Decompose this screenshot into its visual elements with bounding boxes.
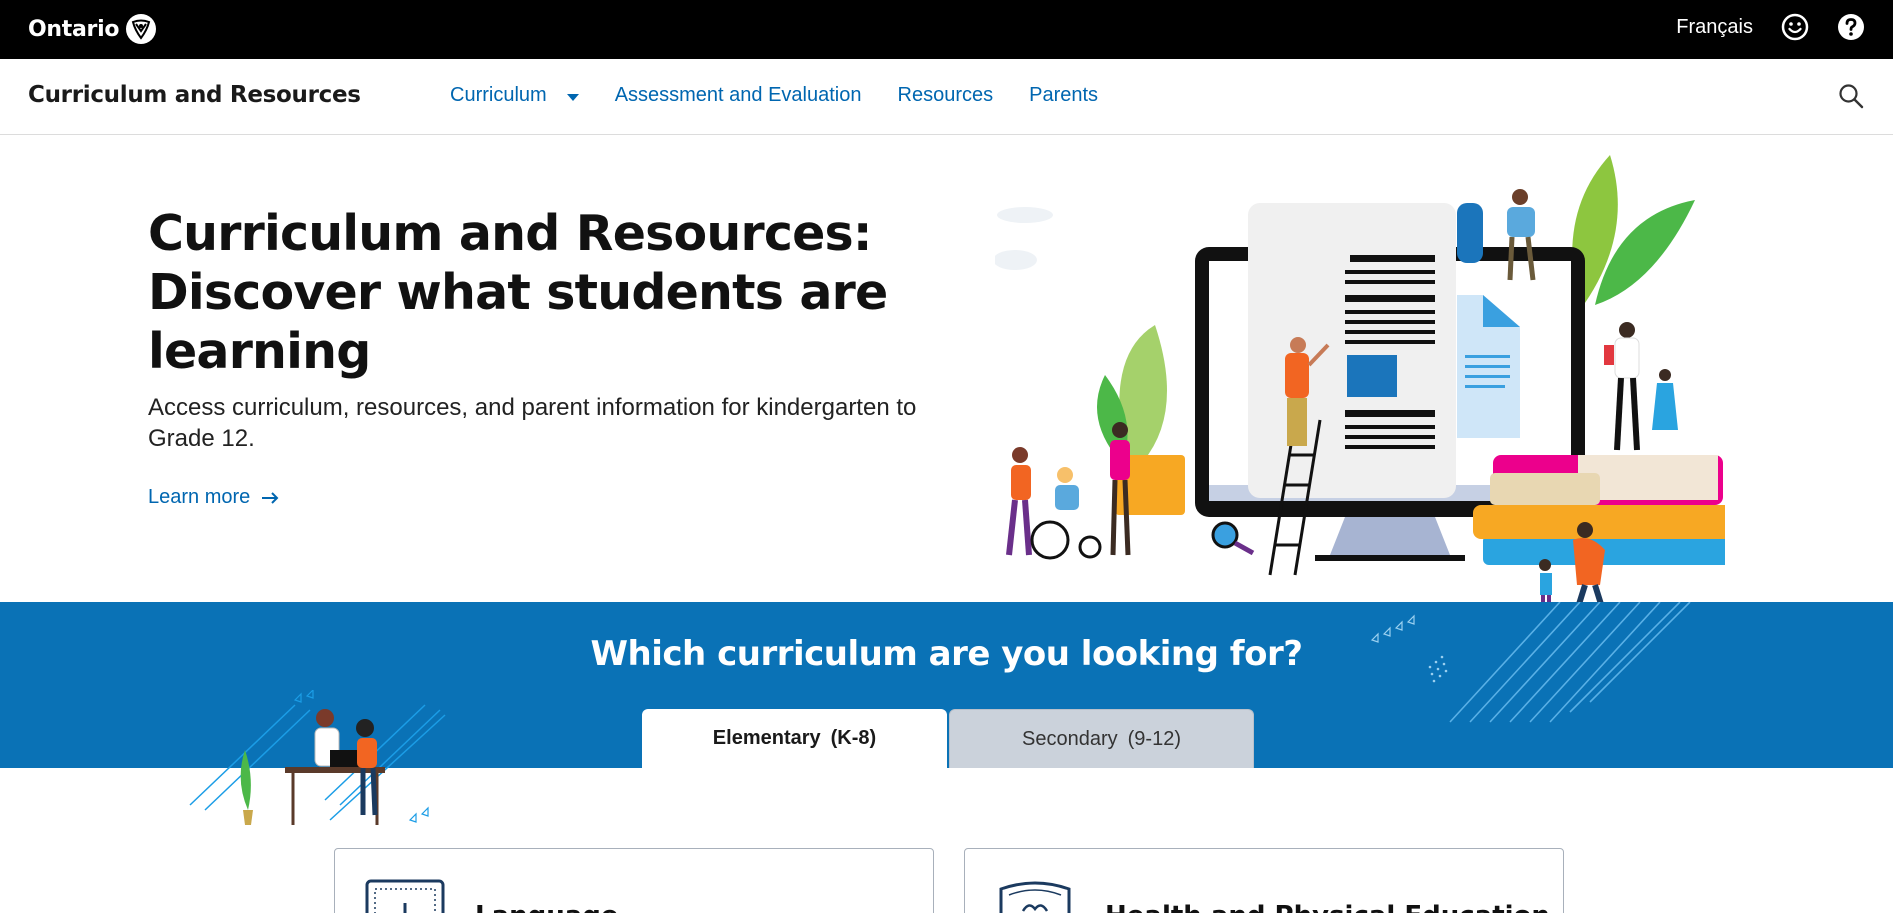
hero-description: Access curriculum, resources, and parent… [148,394,917,452]
question-circle-icon[interactable] [1837,13,1865,41]
nav-item-resources[interactable]: Resources [898,84,994,107]
tab-secondary[interactable]: Secondary (9-12) [949,709,1254,768]
subject-card-title: Language [475,901,619,913]
subject-card-health-pe[interactable]: Health and Physical Education [964,848,1564,913]
trillium-icon [126,14,157,44]
nav-item-parents[interactable]: Parents [1029,84,1098,107]
arrow-right-icon [262,491,279,504]
decorative-lines [1370,602,1691,723]
nav-item-curriculum[interactable]: Curriculum [450,84,579,107]
language-toggle-link[interactable]: Français [1676,16,1753,39]
ontario-logo[interactable]: Ontario [28,13,157,45]
subject-card-language[interactable]: Language [334,848,934,913]
tab-grades: (9-12) [1127,727,1181,750]
smiley-icon[interactable] [1781,13,1809,41]
learn-more-link[interactable]: Learn more [148,486,280,509]
nav-item-assessment[interactable]: Assessment and Evaluation [615,84,862,107]
subject-card-title: Health and Physical Education [1105,901,1550,913]
learn-more-label: Learn more [148,486,251,508]
curriculum-tabs: Elementary (K-8) Secondary (9-12) [642,709,1254,768]
search-icon[interactable] [1837,82,1865,110]
site-title[interactable]: Curriculum and Resources [28,82,361,108]
nav-item-label: Curriculum [450,84,547,106]
caret-down-icon [566,93,579,101]
site-navigation: Curriculum and Resources Curriculum Asse… [0,59,1893,135]
tab-grades: (K-8) [830,727,877,749]
ontario-wordmark: Ontario [28,16,120,42]
tab-elementary[interactable]: Elementary (K-8) [642,709,947,768]
students-at-desk-illustration [189,690,446,825]
language-book-icon [365,879,445,913]
shield-heart-icon [999,881,1071,913]
top-bar: Ontario Français [0,0,1893,59]
hero-illustration [995,155,1725,618]
tab-label: Secondary [1022,727,1118,750]
tab-label: Elementary [712,727,821,749]
hero-title: Curriculum and Resources: Discover what … [148,205,888,380]
